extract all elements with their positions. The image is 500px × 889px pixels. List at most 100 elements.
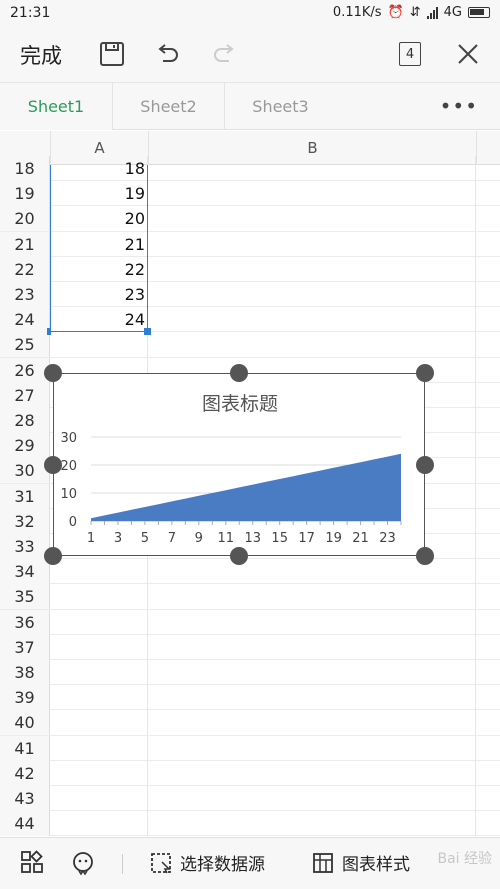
x-tick-label: 3 <box>114 531 122 546</box>
cell-a[interactable] <box>50 786 148 811</box>
cell-b[interactable] <box>148 735 476 761</box>
cell-b[interactable] <box>148 811 476 837</box>
chart-title: 图表标题 <box>202 393 278 415</box>
cell-a[interactable]: 19 <box>50 181 148 207</box>
row-number[interactable]: 40 <box>0 710 50 736</box>
tab-sheet2[interactable]: Sheet2 <box>112 83 224 130</box>
bottom-toolbar: 选择数据源 图表样式 Bai 经验 <box>0 837 500 889</box>
cell-b[interactable] <box>148 609 476 635</box>
cell-a[interactable]: 18 <box>50 156 148 181</box>
row-number[interactable]: 44 <box>0 811 50 837</box>
row-number[interactable]: 31 <box>0 483 50 509</box>
cell-b[interactable] <box>148 332 476 358</box>
cell-a[interactable] <box>50 710 148 736</box>
cell-b[interactable] <box>148 231 476 257</box>
cell-a[interactable] <box>50 609 148 635</box>
row-number[interactable]: 26 <box>0 357 50 383</box>
cell-a[interactable] <box>50 332 148 358</box>
cell-b[interactable] <box>148 584 476 610</box>
row-number[interactable]: 22 <box>0 256 50 282</box>
cell-b[interactable] <box>148 156 476 181</box>
table-row: 37 <box>0 634 500 660</box>
row-number[interactable]: 43 <box>0 786 50 811</box>
cell-a[interactable]: 24 <box>50 307 148 333</box>
battery-icon <box>468 7 490 18</box>
chart-resize-handle[interactable] <box>416 455 434 474</box>
tab-sheet1[interactable]: Sheet1 <box>0 83 112 130</box>
chart-resize-handle[interactable] <box>44 364 62 382</box>
cell-a[interactable] <box>50 735 148 761</box>
cell-b[interactable] <box>148 634 476 660</box>
cell-a[interactable] <box>50 760 148 786</box>
chart-resize-handle[interactable] <box>44 455 62 474</box>
chart-resize-handle[interactable] <box>416 364 434 382</box>
table-row: 18 18 <box>0 156 500 182</box>
row-number[interactable]: 21 <box>0 231 50 257</box>
alarm-icon: ⏰ <box>387 5 404 20</box>
cell-b[interactable] <box>148 282 476 307</box>
done-button[interactable]: 完成 <box>20 40 62 70</box>
chart-object[interactable]: 图表标题 0 10 20 30 1 3 5 7 9 11 13 15 17 19 21 23 <box>53 373 425 556</box>
chart-resize-handle[interactable] <box>416 547 434 565</box>
row-number[interactable]: 38 <box>0 660 50 685</box>
cell-b[interactable] <box>148 685 476 711</box>
row-number[interactable]: 39 <box>0 685 50 711</box>
selection-handle[interactable] <box>47 328 51 336</box>
row-number[interactable]: 24 <box>0 307 50 333</box>
row-number[interactable]: 28 <box>0 408 50 433</box>
row-number[interactable]: 23 <box>0 282 50 307</box>
row-number[interactable]: 20 <box>0 206 50 232</box>
cell-b[interactable] <box>148 786 476 811</box>
cell-b[interactable] <box>148 660 476 685</box>
row-number[interactable]: 34 <box>0 559 50 585</box>
row-number[interactable]: 42 <box>0 760 50 786</box>
undo-icon[interactable] <box>152 38 184 70</box>
cell-b[interactable] <box>148 307 476 333</box>
save-icon[interactable] <box>96 38 128 70</box>
table-row: 22 22 <box>0 256 500 282</box>
cell-a[interactable] <box>50 685 148 711</box>
cell-b[interactable] <box>148 206 476 232</box>
cell-a[interactable]: 21 <box>50 231 148 257</box>
cell-b[interactable] <box>148 181 476 207</box>
chart-resize-handle[interactable] <box>230 364 248 382</box>
cell-a[interactable] <box>50 660 148 685</box>
chart-resize-handle[interactable] <box>230 547 248 565</box>
cell-a[interactable] <box>50 584 148 610</box>
cell-a[interactable] <box>50 559 148 585</box>
redo-icon[interactable] <box>208 38 240 70</box>
close-icon[interactable] <box>452 38 484 70</box>
selection-handle[interactable] <box>144 328 151 336</box>
select-data-source-button[interactable]: 选择数据源 <box>150 850 265 875</box>
row-number[interactable]: 35 <box>0 584 50 610</box>
row-number[interactable]: 25 <box>0 332 50 358</box>
row-number[interactable]: 19 <box>0 181 50 207</box>
row-number[interactable]: 33 <box>0 534 50 559</box>
cell-a[interactable]: 23 <box>50 282 148 307</box>
cell-a[interactable] <box>50 811 148 837</box>
more-icon[interactable]: ••• <box>440 94 478 118</box>
row-number[interactable]: 30 <box>0 458 50 484</box>
chart-resize-handle[interactable] <box>44 547 62 565</box>
cell-a[interactable] <box>50 634 148 660</box>
assistant-icon[interactable] <box>70 850 96 876</box>
chart-style-button[interactable]: 图表样式 <box>312 850 410 875</box>
cell-b[interactable] <box>148 710 476 736</box>
sheet-count-button[interactable]: 4 <box>394 38 426 70</box>
grid-layout-icon[interactable] <box>20 850 44 874</box>
row-number[interactable]: 37 <box>0 634 50 660</box>
row-number[interactable]: 41 <box>0 735 50 761</box>
chart-style-label: 图表样式 <box>342 855 410 875</box>
row-number[interactable]: 32 <box>0 508 50 534</box>
cell-b[interactable] <box>148 256 476 282</box>
row-number[interactable]: 18 <box>0 156 50 181</box>
watermark-logo: Bai 经验 <box>437 851 492 867</box>
row-number[interactable]: 29 <box>0 433 50 459</box>
tab-sheet3[interactable]: Sheet3 <box>224 83 336 130</box>
cell-a[interactable]: 22 <box>50 256 148 282</box>
sheet-count: 4 <box>399 42 421 66</box>
row-number[interactable]: 36 <box>0 609 50 635</box>
cell-b[interactable] <box>148 760 476 786</box>
row-number[interactable]: 27 <box>0 382 50 408</box>
cell-a[interactable]: 20 <box>50 206 148 232</box>
